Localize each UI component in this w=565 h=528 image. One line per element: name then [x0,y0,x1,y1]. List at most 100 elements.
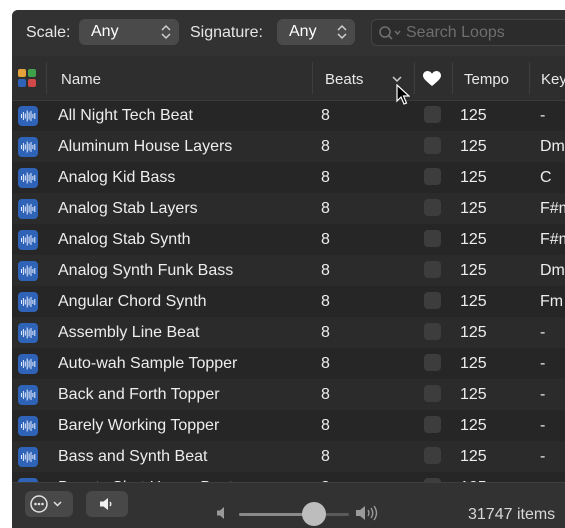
scale-select[interactable]: Any [79,19,179,45]
loop-name: Analog Stab Layers [58,200,198,217]
search-placeholder: Search Loops [406,24,505,41]
filter-bar: Scale: Any Signature: Any Search Loops [12,10,565,56]
table-row[interactable]: Beauty Shot House Beat8125- [12,472,565,482]
loop-tempo: 125 [460,169,487,186]
loop-beats: 8 [321,293,330,310]
search-loops-field[interactable]: Search Loops [371,19,565,46]
chevron-updown-icon [337,24,347,40]
loop-name: Back and Forth Topper [58,386,220,403]
loop-waveform-icon [18,137,38,157]
loop-key: - [540,386,546,403]
loop-waveform-icon [18,447,38,467]
loop-key: Dm [540,138,565,155]
favorite-checkbox[interactable] [424,292,441,309]
loop-key: F#m [540,231,565,248]
loop-beats: 8 [321,324,330,341]
column-header-tempo[interactable]: Tempo [464,71,509,88]
favorite-checkbox[interactable] [424,447,441,464]
loop-name: Barely Working Topper [58,417,220,434]
table-row[interactable]: Assembly Line Beat 8 125 - [12,317,565,348]
table-row[interactable]: Analog Kid Bass 8 125 C [12,162,565,193]
table-row[interactable]: Back and Forth Topper 8 125 - [12,379,565,410]
volume-low-icon [217,507,224,519]
loop-beats: 8 [321,262,330,279]
loop-key: F#m [540,200,565,217]
column-header-name[interactable]: Name [61,71,101,88]
table-row[interactable]: Analog Stab Layers 8 125 F#m [12,193,565,224]
loop-waveform-icon [18,230,38,250]
sort-chevron-icon[interactable] [392,76,402,83]
favorite-checkbox[interactable] [424,106,441,123]
loop-name: Auto-wah Sample Topper [58,355,238,372]
table-row[interactable]: All Night Tech Beat 8 125 - [12,100,565,131]
loop-tempo: 125 [460,262,487,279]
table-row[interactable]: Angular Chord Synth 8 125 Fm [12,286,565,317]
favorite-checkbox[interactable] [424,199,441,216]
loop-name: Bass and Synth Beat [58,448,208,465]
preview-speaker-button[interactable] [86,491,128,517]
favorite-checkbox[interactable] [424,354,441,371]
scale-label: Scale: [26,24,71,41]
loop-key: - [540,448,546,465]
loop-beats: 8 [321,107,330,124]
loop-waveform-icon [18,292,38,312]
loop-key: Fm [540,293,564,310]
favorite-checkbox[interactable] [424,137,441,154]
favorite-checkbox[interactable] [424,168,441,185]
heart-icon[interactable] [423,71,441,87]
scale-value: Any [91,23,119,40]
more-options-icon [30,495,62,513]
loop-waveform-icon [18,385,38,405]
column-header-beats[interactable]: Beats [325,71,363,88]
loop-name: Analog Synth Funk Bass [58,262,234,279]
loop-tempo: 125 [460,293,487,310]
signature-select[interactable]: Any [277,19,355,45]
loop-tempo: 125 [460,417,487,434]
loop-key: Dm [540,262,565,279]
loop-name: Aluminum House Layers [58,138,233,155]
table-row[interactable]: Bass and Synth Beat 8 125 - [12,441,565,472]
favorite-checkbox[interactable] [424,385,441,402]
loop-key: - [540,417,546,434]
loop-waveform-icon [18,323,38,343]
loop-beats: 8 [321,169,330,186]
chevron-updown-icon [161,24,171,40]
loop-beats: 8 [321,417,330,434]
favorite-checkbox[interactable] [424,261,441,278]
volume-slider-knob[interactable] [301,502,326,526]
loop-waveform-icon [18,199,38,219]
loop-name: Analog Stab Synth [58,231,191,248]
loop-waveform-icon [18,106,38,126]
items-count: 31747 items [468,506,556,523]
favorite-checkbox[interactable] [424,323,441,340]
loop-name: All Night Tech Beat [58,107,193,124]
search-icon [379,26,401,40]
column-header-key[interactable]: Key [541,71,565,88]
table-row[interactable]: Auto-wah Sample Topper 8 125 - [12,348,565,379]
loops-browser: Scale: Any Signature: Any Search Loops N… [12,10,565,528]
table-row[interactable]: Barely Working Topper 8 125 - [12,410,565,441]
loop-beats: 8 [321,200,330,217]
category-icon[interactable] [18,69,36,87]
loop-tempo: 125 [460,355,487,372]
table-row[interactable]: Analog Stab Synth 8 125 F#m [12,224,565,255]
table-row[interactable]: Aluminum House Layers 8 125 Dm [12,131,565,162]
loop-tempo: 125 [460,200,487,217]
favorite-checkbox[interactable] [424,416,441,433]
signature-value: Any [289,23,317,40]
table-row[interactable]: Analog Synth Funk Bass 8 125 Dm [12,255,565,286]
loop-tempo: 125 [460,231,487,248]
loop-beats: 8 [321,231,330,248]
loop-tempo: 125 [460,386,487,403]
loop-tempo: 125 [460,324,487,341]
loop-waveform-icon [18,168,38,188]
favorite-checkbox[interactable] [424,230,441,247]
loop-name: Analog Kid Bass [58,169,176,186]
loop-beats: 8 [321,386,330,403]
signature-label: Signature: [190,24,263,41]
loop-key: C [540,169,552,186]
more-options-button[interactable] [25,491,73,517]
volume-high-icon [356,505,378,521]
loop-beats: 8 [321,448,330,465]
loop-beats: 8 [321,355,330,372]
